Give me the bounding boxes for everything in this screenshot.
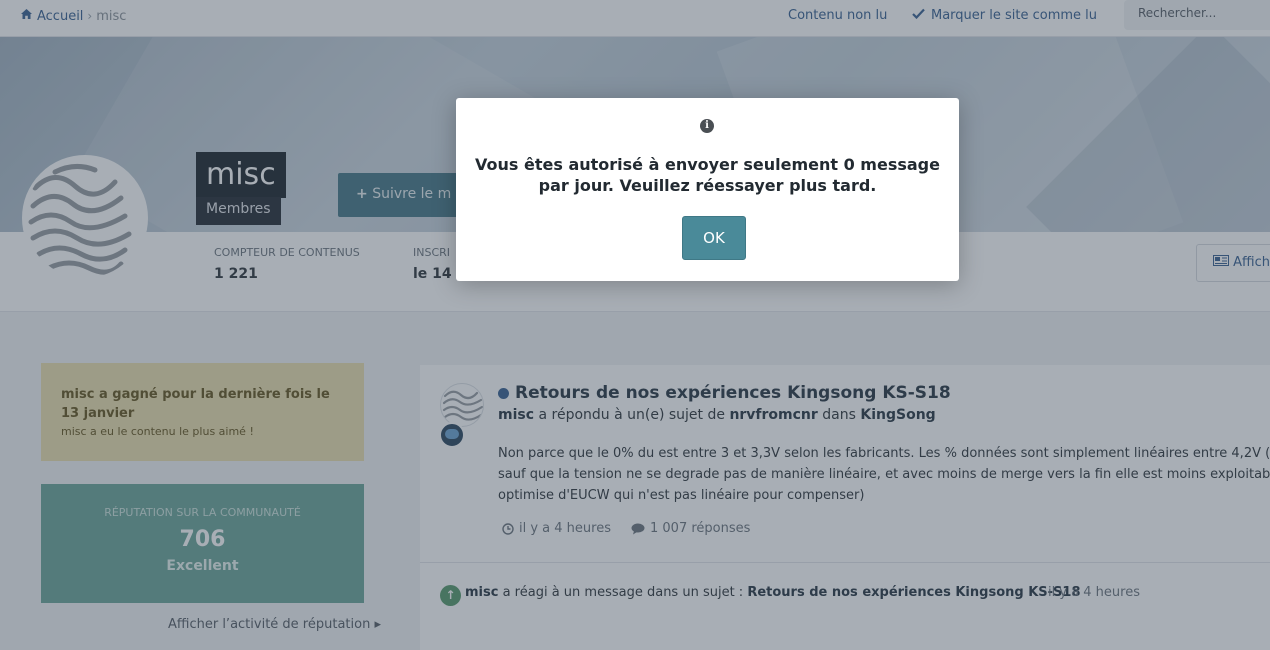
- ok-button[interactable]: OK: [682, 216, 746, 260]
- alert-dialog: i Vous êtes autorisé à envoyer seulement…: [456, 98, 959, 281]
- alert-message: Vous êtes autorisé à envoyer seulement 0…: [475, 155, 940, 195]
- info-icon: i: [700, 119, 714, 133]
